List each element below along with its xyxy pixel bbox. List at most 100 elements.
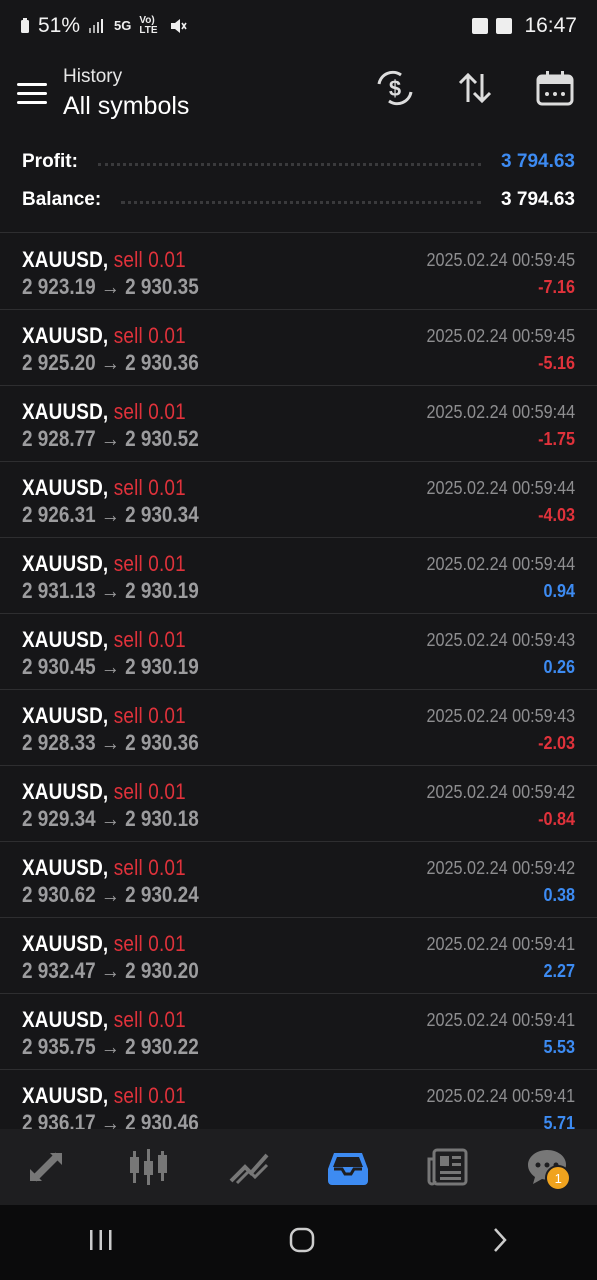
calendar-icon [536,71,574,106]
recent-apps-button[interactable] [87,1228,115,1257]
trade-row[interactable]: XAUUSD, sell 0.01 2 930.45 → 2 930.19 2025… [0,614,597,690]
deposit-withdraw-button[interactable]: $ [373,66,417,110]
trade-symbol: XAUUSD, sell 0.01 [22,399,186,425]
balance-row: Balance: 3 794.63 [22,186,575,214]
trade-row[interactable]: XAUUSD, sell 0.01 2 935.75 → 2 930.22 2025… [0,994,597,1070]
signal-icon [89,19,104,33]
trade-row[interactable]: XAUUSD, sell 0.01 2 923.19 → 2 930.35 2025… [0,234,597,310]
trade-row[interactable]: XAUUSD, sell 0.01 2 931.13 → 2 930.19 2025… [0,538,597,614]
open-close-prices: 2 931.13 → 2 930.19 [22,578,199,603]
trade-row[interactable]: XAUUSD, sell 0.01 2 928.33 → 2 930.36 2025… [0,690,597,766]
page-title[interactable]: All symbols [63,92,189,121]
trade-symbol: XAUUSD, sell 0.01 [22,779,186,805]
checkbox-notification-icon [472,18,489,34]
nav-history[interactable] [318,1137,378,1197]
symbol-name: XAUUSD, [22,1007,109,1032]
mute-icon [171,19,188,33]
trade-history-list[interactable]: XAUUSD, sell 0.01 2 923.19 → 2 930.35 2025… [0,234,597,1129]
open-close-prices: 2 930.45 → 2 930.19 [22,654,199,679]
trade-profit: 0.26 [543,657,575,677]
trade-side-volume: sell 0.01 [108,551,186,576]
trade-symbol: XAUUSD, sell 0.01 [22,475,186,501]
open-close-prices: 2 936.17 → 2 930.46 [22,1110,199,1129]
toolbar-actions: $ [373,66,577,110]
trade-side-volume: sell 0.01 [108,475,186,500]
trade-side-volume: sell 0.01 [108,323,186,348]
account-summary: Profit: 3 794.63 Balance: 3 794.63 [0,140,597,233]
trade-side-volume: sell 0.01 [108,399,186,424]
symbol-name: XAUUSD, [22,931,109,956]
profit-label: Profit: [22,151,78,172]
symbol-name: XAUUSD, [22,323,109,348]
balance-value: 3 794.63 [501,189,575,210]
trade-profit: -4.03 [538,505,575,525]
trade-symbol: XAUUSD, sell 0.01 [22,855,186,881]
nav-quotes[interactable] [119,1137,179,1197]
battery-icon [21,18,29,33]
trade-time: 2025.02.24 00:59:44 [426,402,575,422]
nav-news[interactable] [418,1137,478,1197]
history-inbox-icon [328,1153,369,1185]
trade-side-volume: sell 0.01 [108,855,186,880]
page-subtitle: History [63,65,123,87]
trade-time: 2025.02.24 00:59:41 [426,1010,575,1030]
balance-label: Balance: [22,189,102,210]
trade-arrows-icon [29,1152,62,1182]
open-close-prices: 2 928.77 → 2 930.52 [22,426,199,451]
trade-time: 2025.02.24 00:59:41 [426,934,575,954]
symbol-name: XAUUSD, [22,779,109,804]
nav-chart[interactable] [219,1137,279,1197]
trade-symbol: XAUUSD, sell 0.01 [22,1007,186,1033]
svg-text:$: $ [389,76,401,101]
open-close-prices: 2 923.19 → 2 930.35 [22,274,199,299]
title-block: History All symbols [63,66,189,121]
open-close-prices: 2 935.75 → 2 930.22 [22,1034,199,1059]
volte-icon: Vo) LTE [139,15,158,36]
nav-chat[interactable]: 1 [517,1137,577,1197]
trade-time: 2025.02.24 00:59:45 [426,326,575,346]
trade-side-volume: sell 0.01 [108,627,186,652]
battery-percent: 51% [38,14,81,37]
trade-side-volume: sell 0.01 [108,703,186,728]
trade-row[interactable]: XAUUSD, sell 0.01 2 928.77 → 2 930.52 2025… [0,386,597,462]
trade-time: 2025.02.24 00:59:43 [426,706,575,726]
hamburger-menu-icon[interactable] [17,82,47,104]
sort-button[interactable] [453,66,497,110]
trade-profit: -5.16 [538,353,575,373]
open-close-prices: 2 928.33 → 2 930.36 [22,730,199,755]
status-bar: 51% 5G Vo) LTE 16:47 [0,0,597,52]
home-button[interactable] [288,1226,316,1259]
trade-symbol: XAUUSD, sell 0.01 [22,703,186,729]
back-button[interactable] [490,1226,510,1259]
trade-profit: -7.16 [538,277,575,297]
trade-symbol: XAUUSD, sell 0.01 [22,323,186,349]
trade-side-volume: sell 0.01 [108,247,186,272]
trade-symbol: XAUUSD, sell 0.01 [22,931,186,957]
status-right: 16:47 [472,14,577,38]
calendar-button[interactable] [533,66,577,110]
trade-row[interactable]: XAUUSD, sell 0.01 2 925.20 → 2 930.36 2025… [0,310,597,386]
symbol-name: XAUUSD, [22,475,109,500]
open-close-prices: 2 925.20 → 2 930.36 [22,350,199,375]
candlestick-icon [130,1149,168,1185]
nav-trade[interactable] [20,1137,80,1197]
open-close-prices: 2 926.31 → 2 930.34 [22,502,199,527]
trade-profit: -0.84 [538,809,575,829]
trade-side-volume: sell 0.01 [108,931,186,956]
trade-profit: -2.03 [538,733,575,753]
trade-row[interactable]: XAUUSD, sell 0.01 2 932.47 → 2 930.20 2025… [0,918,597,994]
back-chevron-icon [494,1228,507,1252]
home-icon [290,1227,315,1253]
trade-time: 2025.02.24 00:59:43 [426,630,575,650]
trade-row[interactable]: XAUUSD, sell 0.01 2 929.34 → 2 930.18 2025… [0,766,597,842]
trade-row[interactable]: XAUUSD, sell 0.01 2 930.62 → 2 930.24 2025… [0,842,597,918]
trade-side-volume: sell 0.01 [108,1083,186,1108]
trade-symbol: XAUUSD, sell 0.01 [22,1083,186,1109]
trade-row[interactable]: XAUUSD, sell 0.01 2 926.31 → 2 930.34 2025… [0,462,597,538]
profit-value: 3 794.63 [501,151,575,172]
trade-side-volume: sell 0.01 [108,1007,186,1032]
trade-profit: 0.38 [543,885,575,905]
trade-profit: -1.75 [538,429,575,449]
profit-row: Profit: 3 794.63 [22,148,575,176]
trade-row[interactable]: XAUUSD, sell 0.01 2 936.17 → 2 930.46 2025… [0,1070,597,1129]
